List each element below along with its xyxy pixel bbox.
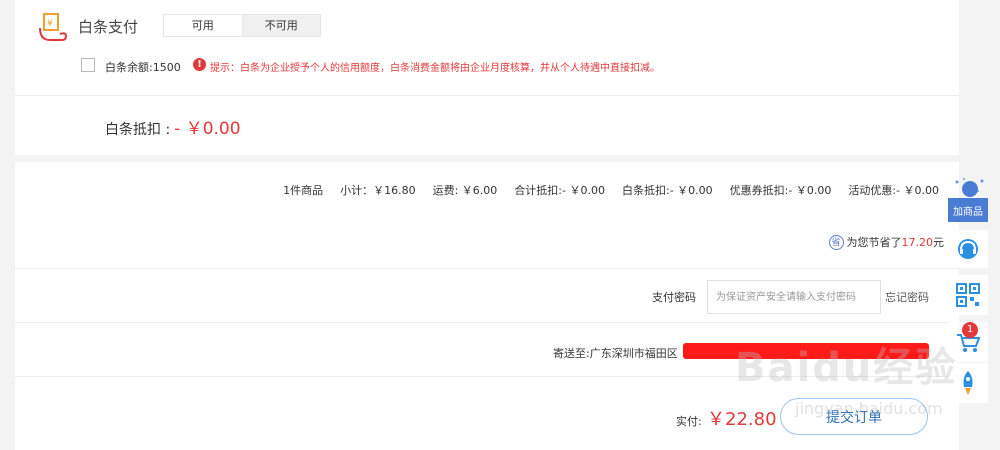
submit-order-button[interactable]: 提交订单 xyxy=(780,398,928,435)
divider xyxy=(15,322,959,323)
total-deduct: 合计抵扣:- ￥0.00 xyxy=(514,184,605,197)
back-to-top-button[interactable] xyxy=(948,363,988,403)
shipping-fee: 运费: ￥6.00 xyxy=(432,184,498,197)
shipping-address-label: 寄送至:广东深圳市福田区 xyxy=(553,347,678,360)
divider xyxy=(15,376,959,377)
total-label: 实付: xyxy=(676,415,702,428)
sparkle-icon xyxy=(955,178,984,197)
savings-icon: 省 xyxy=(828,234,844,250)
payment-password-input[interactable] xyxy=(707,280,881,314)
password-label: 支付密码 xyxy=(652,291,696,304)
subtotal: 小计：￥16.80 xyxy=(340,184,416,197)
svg-text:¥: ¥ xyxy=(47,19,53,29)
qr-code-icon xyxy=(956,283,980,307)
savings-label: 为您节省了 xyxy=(846,236,902,249)
divider xyxy=(15,95,959,96)
baitiao-title: 白条支付 xyxy=(78,18,139,36)
headset-icon xyxy=(958,239,978,259)
availability-toggle: 可用 不可用 xyxy=(163,14,321,37)
baitiao-tip: 提示：白条为企业授予个人的信用额度，白条消费金额将由企业月度核算，并从个人待遇中… xyxy=(210,63,660,74)
rocket-icon xyxy=(963,371,973,395)
savings-note: 省 为您节省了 17.20 元 xyxy=(828,234,944,250)
baitiao-deduct-summary: 白条抵扣:- ￥0.00 xyxy=(621,184,713,197)
baitiao-checkbox[interactable] xyxy=(81,58,95,72)
redacted-address xyxy=(683,343,929,359)
deduct-amount: - ￥0.00 xyxy=(174,119,241,139)
savings-amount: 17.20 xyxy=(901,235,934,249)
baitiao-icon: ¥ xyxy=(39,13,68,41)
item-count: 1件商品 xyxy=(283,184,324,197)
customer-service-button[interactable] xyxy=(948,230,988,268)
savings-unit: 元 xyxy=(933,236,944,249)
baitiao-balance: 白条余额:1500 xyxy=(105,61,181,74)
coupon-deduct: 优惠券抵扣:- ￥0.00 xyxy=(729,184,832,197)
price-summary: 1件商品 小计：￥16.80 运费: ￥6.00 合计抵扣:- ￥0.00 白条… xyxy=(283,182,939,198)
divider xyxy=(15,268,959,269)
forgot-password-link[interactable]: 忘记密码 xyxy=(885,289,929,305)
total-amount: ￥22.80 xyxy=(707,409,777,430)
tab-available[interactable]: 可用 xyxy=(163,14,243,37)
add-product-button[interactable]: 加商品 xyxy=(948,198,988,222)
baitiao-deduct: 白条抵扣 : - ￥0.00 xyxy=(105,114,241,139)
deduct-label: 白条抵扣 : xyxy=(105,122,171,138)
baitiao-panel: ¥ 白条支付 可用 不可用 白条余额:1500 ! 提示：白条为企业授予个人的信… xyxy=(15,0,959,155)
promo-discount: 活动优惠:- ￥0.00 xyxy=(848,184,939,197)
warning-icon: ! xyxy=(193,58,206,71)
qr-code-button[interactable] xyxy=(948,275,988,315)
tab-unavailable[interactable]: 不可用 xyxy=(242,14,321,37)
cart-count-badge: 1 xyxy=(962,322,978,338)
